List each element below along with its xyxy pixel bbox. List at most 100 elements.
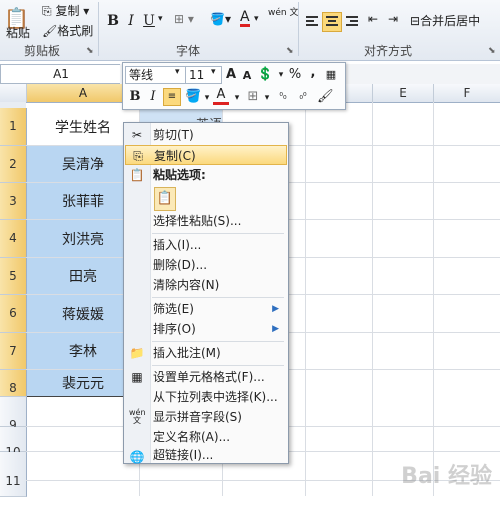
mini-font-color-button[interactable]: A: [213, 88, 229, 105]
gridline: [372, 102, 373, 496]
mini-toolbar: 等线 ▾ 11 ▾ A A 💲 ▾ % , ▦ B I ≡ 🪣 ▾ A ▾ ⊞ …: [122, 62, 346, 110]
underline-button[interactable]: U: [140, 12, 158, 30]
mini-grow-font-button[interactable]: A: [223, 67, 239, 83]
merge-center-label: 合并后居中: [420, 14, 481, 28]
mini-comma-button[interactable]: ,: [305, 65, 321, 81]
clipboard-group-title: 剪贴板: [24, 44, 61, 58]
mini-format-painter-icon[interactable]: 🖌: [317, 89, 334, 105]
mini-percent-button[interactable]: %: [287, 67, 303, 83]
menu-item-clear[interactable]: 清除内容(N): [125, 275, 287, 295]
font-color-dropdown-icon[interactable]: ▾: [254, 14, 259, 24]
mini-font-size-dropdown-icon[interactable]: ▾: [211, 67, 216, 77]
mini-italic-button[interactable]: I: [145, 89, 161, 105]
mini-currency-icon[interactable]: 💲: [257, 67, 273, 83]
copy-label: 复制: [55, 4, 80, 18]
row-header-7[interactable]: 7: [0, 333, 27, 370]
copy-icon: ⎘: [42, 4, 52, 18]
row-header-11[interactable]: 11: [0, 452, 27, 497]
phonetic-button[interactable]: wén 文: [268, 8, 298, 18]
submenu-arrow-icon: ▶: [272, 324, 279, 334]
column-header-e[interactable]: E: [373, 84, 434, 102]
menu-item-cut[interactable]: ✂ 剪切(T): [125, 125, 287, 145]
menu-item-paste-special[interactable]: 选择性粘贴(S)...: [125, 211, 287, 231]
menu-item-insert-comment[interactable]: 📁 插入批注(M): [125, 343, 287, 363]
bold-button[interactable]: B: [104, 12, 122, 30]
hyperlink-icon: 🌐: [129, 450, 145, 464]
menu-section-label: 粘贴选项:: [153, 168, 206, 182]
align-center-button[interactable]: [322, 12, 342, 32]
mini-font-name-dropdown-icon[interactable]: ▾: [175, 67, 180, 77]
menu-item-label: 从下拉列表中选择(K)...: [153, 390, 278, 404]
paste-options-icon: 📋: [129, 168, 145, 182]
menu-item-label: 设置单元格格式(F)...: [153, 370, 265, 384]
merge-center-button[interactable]: ⊟合并后居中: [410, 12, 480, 29]
border-button[interactable]: ⊞ ▾: [174, 12, 194, 26]
menu-item-label: 剪切(T): [153, 128, 194, 142]
menu-item-copy[interactable]: ⎘ 复制(C): [125, 145, 287, 165]
menu-separator: [152, 297, 284, 298]
format-cells-icon: ▦: [131, 370, 143, 384]
menu-item-pick-list[interactable]: 从下拉列表中选择(K)...: [125, 387, 287, 407]
menu-item-label: 超链接(I)...: [153, 448, 214, 462]
format-painter-button[interactable]: 🖌格式刷: [42, 22, 93, 39]
fill-color-button[interactable]: 🪣▾: [210, 12, 231, 26]
copy-icon: ⎘: [133, 149, 143, 163]
ribbon: 📋 粘贴 ⎘ 复制 ▾ 🖌格式刷 剪贴板 ⬊ B I U ▾ ⊞ ▾ 🪣▾ A …: [0, 0, 500, 61]
row-header-6[interactable]: 6: [0, 295, 27, 333]
font-launcher-icon[interactable]: ⬊: [286, 46, 294, 56]
underline-dropdown-icon[interactable]: ▾: [158, 14, 163, 24]
gridline: [305, 102, 306, 496]
clipboard-launcher-icon[interactable]: ⬊: [86, 46, 94, 56]
menu-item-define-name[interactable]: 定义名称(A)...: [125, 427, 287, 447]
context-menu: ✂ 剪切(T) ⎘ 复制(C) 📋 粘贴选项: 📋 选择性粘贴(S)... 插入…: [123, 122, 289, 464]
mini-bold-button[interactable]: B: [127, 89, 143, 105]
paste-option-icon[interactable]: 📋: [154, 187, 176, 211]
row-header-1[interactable]: 1: [0, 108, 27, 146]
menu-item-insert[interactable]: 插入(I)...: [125, 235, 287, 255]
mini-shrink-font-button[interactable]: A: [239, 68, 255, 84]
menu-separator: [152, 233, 284, 234]
row-header-8[interactable]: 8: [0, 370, 27, 397]
row-header-5[interactable]: 5: [0, 258, 27, 295]
mini-decrease-decimal-icon[interactable]: ₀⁰: [295, 89, 311, 105]
name-box[interactable]: A1: [0, 64, 122, 84]
gridline: [433, 102, 434, 496]
column-header-f[interactable]: F: [434, 84, 500, 102]
row-header-4[interactable]: 4: [0, 220, 27, 258]
menu-separator: [152, 365, 284, 366]
mini-increase-decimal-icon[interactable]: ⁰₀: [275, 89, 291, 105]
watermark: Bai 经验: [401, 464, 492, 489]
increase-indent-button[interactable]: ⇥: [388, 12, 398, 26]
mini-border-dropdown-icon[interactable]: ▾: [259, 90, 275, 106]
menu-item-format-cells[interactable]: ▦ 设置单元格格式(F)...: [125, 367, 287, 387]
menu-item-phonetic[interactable]: wén 文 显示拼音字段(S): [125, 407, 287, 427]
mini-format-table-icon[interactable]: ▦: [323, 67, 339, 83]
menu-item-sort[interactable]: 排序(O) ▶: [125, 319, 287, 339]
alignment-launcher-icon[interactable]: ⬊: [488, 46, 496, 56]
mini-font-size[interactable]: 11: [185, 66, 222, 84]
menu-item-delete[interactable]: 删除(D)...: [125, 255, 287, 275]
row-header-3[interactable]: 3: [0, 183, 27, 220]
menu-item-label: 选择性粘贴(S)...: [153, 214, 242, 228]
row-header-spacer: [0, 102, 26, 108]
row-header-2[interactable]: 2: [0, 146, 27, 183]
divider: [298, 2, 299, 56]
menu-item-label: 复制(C): [154, 149, 196, 163]
menu-item-label: 删除(D)...: [153, 258, 208, 272]
menu-item-hyperlink[interactable]: 🌐 超链接(I)...: [125, 447, 287, 464]
align-left-button[interactable]: [302, 12, 322, 32]
italic-button[interactable]: I: [122, 12, 140, 30]
menu-separator: [152, 341, 284, 342]
mini-font-color-dropdown-icon[interactable]: ▾: [229, 90, 245, 106]
font-color-button[interactable]: A: [240, 10, 250, 27]
row-header-10[interactable]: 10: [0, 427, 27, 459]
decrease-indent-button[interactable]: ⇤: [368, 12, 378, 26]
align-right-button[interactable]: [342, 12, 362, 32]
paste-button[interactable]: 粘贴: [6, 24, 30, 41]
font-group-title: 字体: [176, 44, 201, 58]
mini-center-button[interactable]: ≡: [163, 88, 181, 106]
copy-button[interactable]: ⎘ 复制 ▾: [42, 2, 89, 19]
row-header-9[interactable]: 9: [0, 397, 27, 432]
select-all-corner[interactable]: [0, 84, 27, 102]
menu-item-filter[interactable]: 筛选(E) ▶: [125, 299, 287, 319]
